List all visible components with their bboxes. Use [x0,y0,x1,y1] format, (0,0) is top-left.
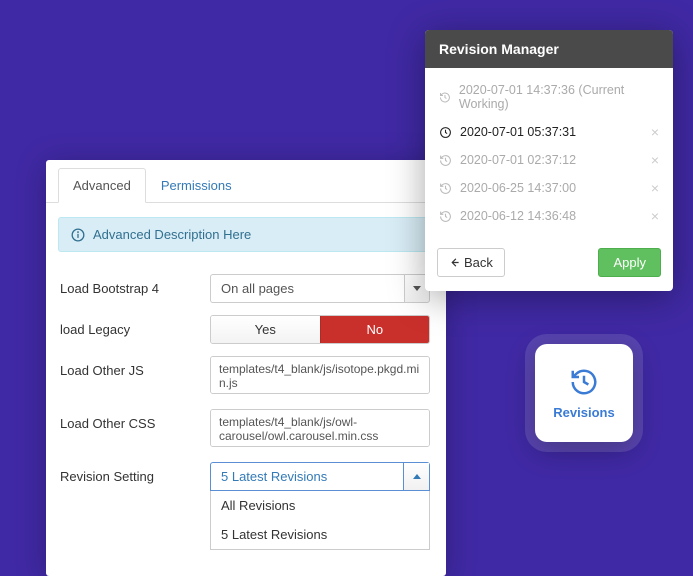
label-load-other-js: Load Other JS [60,356,210,378]
revision-timestamp: 2020-07-01 02:37:12 [460,153,576,167]
revision-item[interactable]: 2020-07-01 05:37:31 × [431,118,667,146]
history-icon [439,182,452,195]
label-load-legacy: load Legacy [60,315,210,337]
revision-setting-caret[interactable] [403,463,429,490]
history-icon [569,367,599,397]
revision-option[interactable]: 5 Latest Revisions [211,520,429,549]
label-load-bootstrap4: Load Bootstrap 4 [60,274,210,296]
revision-option[interactable]: All Revisions [211,491,429,520]
revisions-tile-label: Revisions [553,405,614,420]
history-icon [439,154,452,167]
clock-icon [439,126,452,139]
load-legacy-yes[interactable]: Yes [211,316,320,343]
tab-permissions[interactable]: Permissions [146,168,247,202]
close-icon[interactable]: × [651,153,659,167]
revision-list: 2020-07-01 14:37:36 (Current Working) 20… [425,68,673,238]
revision-manager-title: Revision Manager [425,30,673,68]
revisions-tile[interactable]: Revisions [535,344,633,442]
close-icon[interactable]: × [651,181,659,195]
label-load-other-css: Load Other CSS [60,409,210,431]
revision-timestamp: 2020-06-25 14:37:00 [460,181,576,195]
label-revision-setting: Revision Setting [60,462,210,484]
chevron-up-icon [413,474,421,479]
alert-info: Advanced Description Here [58,217,434,252]
load-legacy-no[interactable]: No [320,316,430,343]
revision-item[interactable]: 2020-06-25 14:37:00 × [431,174,667,202]
revision-item[interactable]: 2020-07-01 14:37:36 (Current Working) [431,76,667,118]
back-button[interactable]: Back [437,248,505,277]
settings-panel: Advanced Permissions Advanced Descriptio… [46,160,446,576]
revision-timestamp: 2020-06-12 14:36:48 [460,209,576,223]
revision-setting-select[interactable]: 5 Latest Revisions All Revisions 5 Lates… [210,462,430,550]
alert-text: Advanced Description Here [93,227,251,242]
row-load-legacy: load Legacy Yes No [46,309,446,350]
revision-item[interactable]: 2020-07-01 02:37:12 × [431,146,667,174]
revision-manager-popup: Revision Manager 2020-07-01 14:37:36 (Cu… [425,30,673,291]
apply-button[interactable]: Apply [598,248,661,277]
load-other-css-input[interactable] [210,409,430,447]
revision-setting-value: 5 Latest Revisions [211,463,403,490]
history-icon [439,210,452,223]
tab-advanced[interactable]: Advanced [58,168,146,203]
close-icon[interactable]: × [651,125,659,139]
row-load-other-css: Load Other CSS [46,403,446,456]
arrow-left-icon [449,257,460,268]
load-bootstrap4-select[interactable]: On all pages [210,274,430,303]
revision-timestamp: 2020-07-01 14:37:36 (Current Working) [459,83,659,111]
load-other-js-input[interactable] [210,356,430,394]
settings-tabs: Advanced Permissions [46,160,446,203]
history-icon [439,91,451,104]
row-load-other-js: Load Other JS [46,350,446,403]
revision-footer: Back Apply [425,238,673,291]
back-label: Back [464,255,493,270]
revision-item[interactable]: 2020-06-12 14:36:48 × [431,202,667,230]
load-legacy-toggle: Yes No [210,315,430,344]
info-icon [71,228,85,242]
chevron-down-icon [413,286,421,291]
revision-timestamp: 2020-07-01 05:37:31 [460,125,576,139]
close-icon[interactable]: × [651,209,659,223]
row-revision-setting: Revision Setting 5 Latest Revisions All … [46,456,446,556]
row-load-bootstrap4: Load Bootstrap 4 On all pages [46,268,446,309]
load-bootstrap4-value: On all pages [210,274,404,303]
